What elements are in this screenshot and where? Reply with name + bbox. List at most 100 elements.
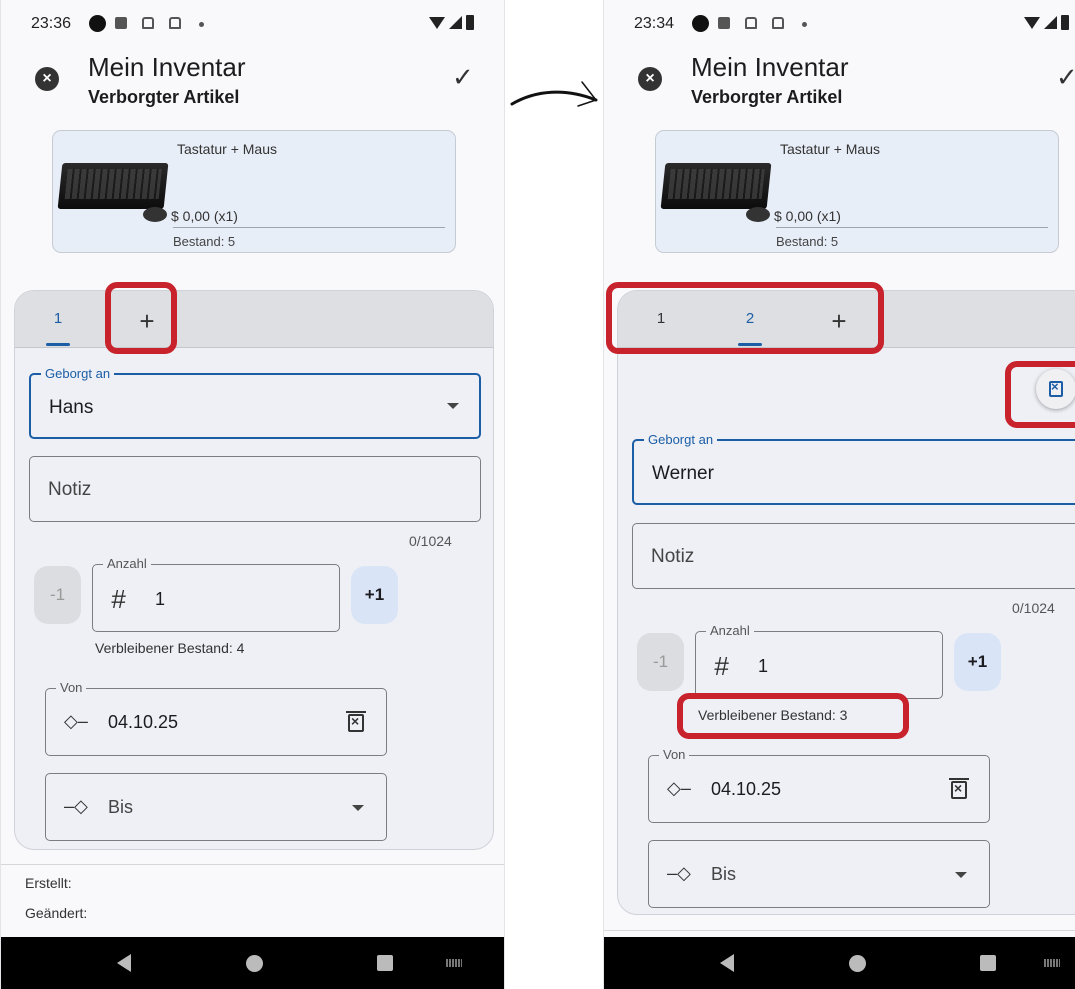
divider [173, 227, 445, 228]
field-label: Geborgt an [41, 366, 115, 381]
date-start-icon: ◇– [667, 778, 691, 798]
note-field[interactable]: Notiz [29, 456, 481, 522]
home-icon[interactable] [246, 955, 263, 972]
keyboard-icon[interactable] [1044, 959, 1060, 967]
note-placeholder: Notiz [48, 479, 92, 500]
delete-date-icon[interactable] [949, 778, 969, 799]
quantity-field[interactable]: Anzahl # 1 [695, 623, 943, 699]
recents-icon[interactable] [377, 955, 393, 971]
back-icon[interactable] [720, 954, 734, 972]
borrowed-to-value: Hans [49, 397, 94, 418]
dropdown-arrow-icon [352, 805, 364, 811]
notification-icon [169, 17, 181, 29]
borrowed-to-value: Werner [652, 463, 714, 484]
date-start-icon: ◇– [64, 711, 88, 731]
notification-dot-icon [89, 15, 106, 32]
notification-icon [718, 17, 730, 29]
item-image [57, 161, 170, 223]
item-card[interactable]: Tastatur + Maus $ 0,00 (x1) Bestand: 5 [52, 130, 456, 253]
phone-screen-after: 23:34 × Mein Inventar Verborgter Artikel… [603, 0, 1075, 989]
page-title: Mein Inventar [88, 52, 246, 82]
item-image [660, 161, 773, 223]
highlight-tab-bar [606, 282, 884, 354]
highlight-remaining-stock [677, 693, 909, 739]
item-name: Tastatur + Maus [780, 141, 880, 157]
status-time: 23:34 [634, 15, 675, 32]
hash-icon: # [111, 584, 126, 614]
minus-one-button[interactable]: -1 [637, 633, 684, 691]
created-label: Erstellt: [25, 875, 72, 891]
battery-icon [466, 15, 474, 30]
note-placeholder: Notiz [651, 546, 695, 567]
until-date-select[interactable]: –◇ Bis [648, 840, 990, 908]
divider [776, 227, 1048, 228]
item-name: Tastatur + Maus [177, 141, 277, 157]
battery-icon [1061, 15, 1069, 30]
quantity-value: 1 [155, 589, 166, 609]
item-price: $ 0,00 (x1) [171, 208, 238, 224]
notification-icon [115, 17, 127, 29]
tab-1[interactable]: 1 [38, 305, 78, 346]
from-date-field[interactable]: Von ◇– 04.10.25 [45, 680, 387, 756]
signal-icon [449, 16, 462, 29]
from-date-field[interactable]: Von ◇– 04.10.25 [648, 747, 990, 823]
plus-one-button[interactable]: +1 [351, 566, 398, 624]
wifi-icon [1024, 16, 1040, 29]
check-icon[interactable]: ✓ [452, 62, 474, 93]
more-notifications-icon [802, 22, 807, 27]
more-notifications-icon [199, 22, 204, 27]
borrowed-to-select[interactable]: Geborgt an Hans [29, 366, 481, 439]
home-icon[interactable] [849, 955, 866, 972]
until-date-select[interactable]: –◇ Bis [45, 773, 387, 841]
dropdown-arrow-icon [955, 872, 967, 878]
date-end-icon: –◇ [667, 863, 691, 883]
wifi-icon [429, 16, 445, 29]
tab-bar: 1 + [15, 291, 493, 348]
from-date-value: 04.10.25 [711, 779, 782, 799]
keyboard-icon[interactable] [446, 959, 462, 967]
check-icon[interactable]: ✓ [1056, 62, 1075, 93]
phone-screen-before: 23:36 × Mein Inventar Verborgter Artikel… [0, 0, 505, 989]
item-stock: Bestand: 5 [173, 234, 236, 249]
changed-label: Geändert: [25, 905, 88, 921]
mouse-image [746, 207, 770, 222]
page-subtitle: Verborgter Artikel [88, 87, 240, 107]
notification-icon [772, 17, 784, 29]
divider [1, 864, 504, 865]
back-icon[interactable] [117, 954, 131, 972]
recents-icon[interactable] [980, 955, 996, 971]
item-card[interactable]: Tastatur + Maus $ 0,00 (x1) Bestand: 5 [655, 130, 1059, 253]
note-field[interactable]: Notiz [632, 523, 1075, 589]
borrow-tab-panel: 1 + Geborgt an Hans Notiz 0/1024 -1 Anza… [14, 290, 494, 850]
mouse-image [143, 207, 167, 222]
note-counter: 0/1024 [409, 533, 452, 549]
delete-date-icon[interactable] [346, 711, 366, 732]
system-icons [1024, 15, 1069, 30]
close-icon[interactable]: × [35, 67, 59, 91]
system-nav-bar [1, 937, 504, 989]
quantity-field[interactable]: Anzahl # 1 [92, 556, 340, 632]
highlight-add-tab [105, 282, 177, 354]
remaining-stock: Verbleibener Bestand: 4 [95, 640, 245, 656]
notification-icon [142, 17, 154, 29]
plus-one-button[interactable]: +1 [954, 633, 1001, 691]
page-title: Mein Inventar [691, 52, 849, 82]
status-bar: 23:34 [604, 0, 1075, 42]
signal-icon [1044, 16, 1057, 29]
item-stock: Bestand: 5 [776, 234, 839, 249]
notification-dot-icon [692, 15, 709, 32]
field-label: Geborgt an [644, 432, 718, 447]
close-icon[interactable]: × [638, 67, 662, 91]
field-label: Von [659, 747, 690, 762]
minus-one-button[interactable]: -1 [34, 566, 81, 624]
status-time: 23:36 [31, 15, 72, 32]
borrowed-to-select[interactable]: Geborgt an Werner [632, 432, 1075, 505]
status-bar: 23:36 [1, 0, 504, 42]
transition-arrow-icon [510, 81, 598, 107]
keyboard-image [57, 163, 169, 209]
field-label: Anzahl [103, 556, 151, 571]
notification-icon [745, 17, 757, 29]
dropdown-arrow-icon [447, 403, 459, 409]
keyboard-image [660, 163, 772, 209]
hash-icon: # [714, 651, 729, 681]
